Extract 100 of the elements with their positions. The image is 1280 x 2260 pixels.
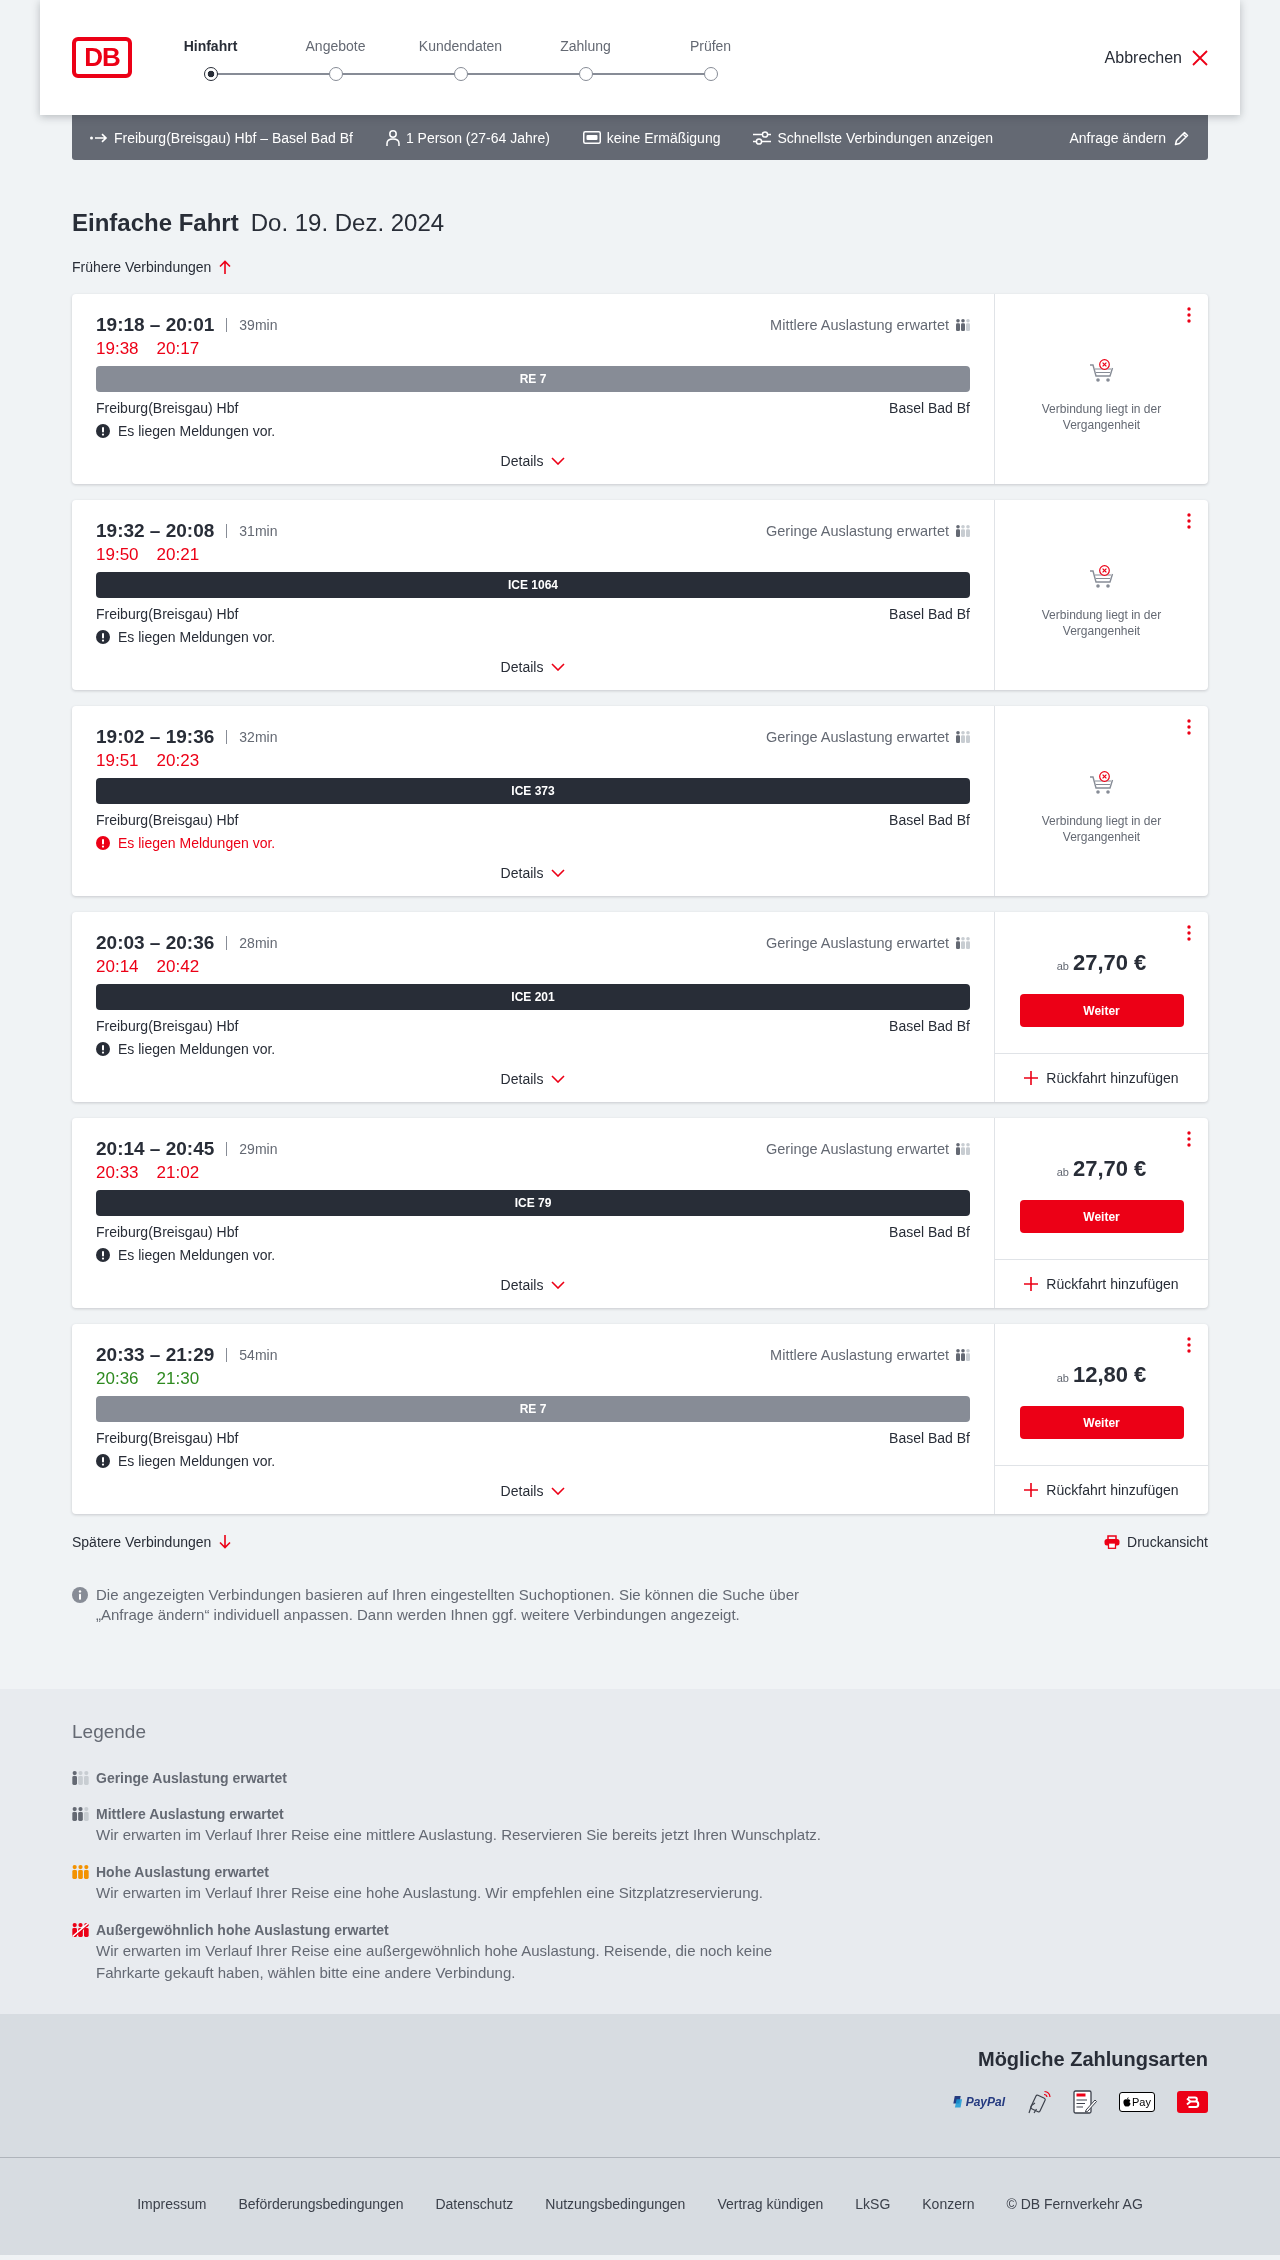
cancel-button[interactable]: Abbrechen <box>1104 48 1208 67</box>
kebab-menu-icon[interactable] <box>1187 307 1191 323</box>
add-return-trip-button[interactable]: Rückfahrt hinzufügen <box>1024 1276 1179 1292</box>
later-connections-link[interactable]: Spätere Verbindungen <box>72 1532 232 1552</box>
realtime-time: 20:23 <box>156 751 200 771</box>
kebab-menu-icon[interactable] <box>1187 513 1191 529</box>
logo[interactable]: DB <box>72 37 132 78</box>
train-bar: ICE 1064 <box>96 572 970 598</box>
payment-mark-icon <box>951 2095 963 2109</box>
occupancy-text: Geringe Auslastung erwartet <box>766 935 949 951</box>
kebab-menu-icon[interactable] <box>1187 1337 1191 1353</box>
earlier-connections-link[interactable]: Frühere Verbindungen <box>72 257 232 277</box>
footer-link[interactable]: Datenschutz <box>435 2194 514 2214</box>
info-icon <box>72 1587 88 1603</box>
occupancy-icon <box>956 731 970 743</box>
occupancy-icon <box>72 1771 89 1785</box>
route-arrow-icon <box>90 132 108 143</box>
departure-station: Freiburg(Breisgau) Hbf <box>96 1017 239 1036</box>
continue-button[interactable]: Weiter <box>1019 1200 1184 1233</box>
message-text: Es liegen Meldungen vor. <box>118 835 276 851</box>
occupancy-text: Geringe Auslastung erwartet <box>766 729 949 745</box>
realtime-time: 21:30 <box>156 1369 200 1389</box>
price: 12,80 € <box>1072 1361 1147 1389</box>
step-label: Zahlung <box>560 36 611 55</box>
cart-cross-icon <box>1088 565 1115 589</box>
duration-text: 39min <box>239 317 278 333</box>
cart-cross-icon <box>1088 771 1115 795</box>
realtime-time: 19:51 <box>96 751 139 771</box>
chevron-down-icon <box>551 1487 566 1495</box>
details-button[interactable]: Details <box>500 450 566 472</box>
occupancy-text: Mittlere Auslastung erwartet <box>770 317 949 333</box>
message-text: Es liegen Meldungen vor. <box>118 1041 276 1057</box>
chevron-down-icon <box>551 457 566 465</box>
plus-icon <box>1024 1277 1039 1291</box>
occupancy-icon <box>956 1143 970 1155</box>
arrival-station: Basel Bad Bf <box>889 605 970 624</box>
page-title: Einfache Fahrt <box>72 208 239 238</box>
document-pen-icon <box>1073 2090 1098 2114</box>
occupancy-icon <box>72 1807 89 1821</box>
fastest-filter-toggle[interactable]: Schnellste Verbindungen anzeigen <box>753 129 994 146</box>
footer-link[interactable]: Impressum <box>137 2194 207 2214</box>
edit-request-button[interactable]: Anfrage ändern <box>1069 129 1190 146</box>
footer-link[interactable]: Konzern <box>922 2194 975 2214</box>
details-button[interactable]: Details <box>500 1068 566 1090</box>
realtime-time: 20:33 <box>96 1163 139 1183</box>
arrow-down-icon <box>219 1535 232 1549</box>
step-label: Hinfahrt <box>183 36 238 55</box>
kebab-menu-icon[interactable] <box>1187 925 1191 941</box>
arrow-up-icon <box>219 260 232 274</box>
departure-arrival-time: 19:02 – 19:36 <box>96 726 215 748</box>
travel-date: Do. 19. Dez. 2024 <box>250 208 445 238</box>
train-bar: RE 7 <box>96 366 970 392</box>
hand-card-icon <box>1027 2090 1052 2114</box>
details-button[interactable]: Details <box>500 1480 566 1502</box>
plus-icon <box>1024 1483 1039 1497</box>
occupancy-icon <box>72 1923 89 1937</box>
arrival-station: Basel Bad Bf <box>889 811 970 830</box>
departure-station: Freiburg(Breisgau) Hbf <box>96 1223 239 1242</box>
chevron-down-icon <box>551 869 566 877</box>
legend-item-title: Hohe Auslastung erwartet <box>96 1863 270 1882</box>
discount-card-icon <box>582 131 601 144</box>
arrival-station: Basel Bad Bf <box>889 1223 970 1242</box>
details-button[interactable]: Details <box>500 656 566 678</box>
continue-button[interactable]: Weiter <box>1019 994 1184 1027</box>
exclamation-icon <box>96 424 110 438</box>
occupancy-icon <box>956 937 970 949</box>
realtime-time: 21:02 <box>156 1163 200 1183</box>
occupancy-text: Geringe Auslastung erwartet <box>766 1141 949 1157</box>
details-button[interactable]: Details <box>500 1274 566 1296</box>
kebab-menu-icon[interactable] <box>1187 719 1191 735</box>
step-label: Angebote <box>305 36 366 55</box>
details-button[interactable]: Details <box>500 862 566 884</box>
exclamation-icon <box>96 1248 110 1262</box>
continue-button[interactable]: Weiter <box>1019 1406 1184 1439</box>
footer-link[interactable]: Beförderungsbedingungen <box>238 2194 404 2214</box>
occupancy-icon <box>956 1349 970 1361</box>
legend-item-description: Wir erwarten im Verlauf Ihrer Reise eine außergewöhnlich hohe Auslastung. Reisende, die noch keine Fahrkarte gekauft haben, wählen bitte eine andere Verbindung. <box>96 1941 774 1983</box>
copyright-text: © DB Fernverkehr AG <box>1006 2195 1143 2214</box>
price-prefix: ab <box>1056 1165 1069 1180</box>
arrival-station: Basel Bad Bf <box>889 1017 970 1036</box>
realtime-time: 20:21 <box>156 545 200 565</box>
price: 27,70 € <box>1072 1155 1147 1183</box>
duration-text: 29min <box>239 1141 278 1157</box>
message-text: Es liegen Meldungen vor. <box>118 629 276 645</box>
footer-link[interactable]: Vertrag kündigen <box>717 2194 824 2214</box>
duration-text: 54min <box>239 1347 278 1363</box>
occupancy-icon <box>72 1865 89 1879</box>
past-connection-text: Verbindung liegt in der Vergangenheit <box>1040 607 1163 639</box>
departure-arrival-time: 20:03 – 20:36 <box>96 932 215 954</box>
add-return-trip-button[interactable]: Rückfahrt hinzufügen <box>1024 1070 1179 1086</box>
add-return-trip-button[interactable]: Rückfahrt hinzufügen <box>1024 1482 1179 1498</box>
departure-arrival-time: 19:18 – 20:01 <box>96 314 215 336</box>
footer-link[interactable]: LkSG <box>855 2194 891 2214</box>
legend-item-description: Wir erwarten im Verlauf Ihrer Reise eine mittlere Auslastung. Reservieren Sie bereits jetzt Ihren Wunschplatz. <box>96 1825 823 1845</box>
exclamation-icon <box>96 836 110 850</box>
duration-text: 31min <box>239 523 278 539</box>
print-view-link[interactable]: Druckansicht <box>1104 1532 1208 1552</box>
kebab-menu-icon[interactable] <box>1187 1131 1191 1147</box>
occupancy-text: Geringe Auslastung erwartet <box>766 523 949 539</box>
footer-link[interactable]: Nutzungsbedingungen <box>545 2194 686 2214</box>
